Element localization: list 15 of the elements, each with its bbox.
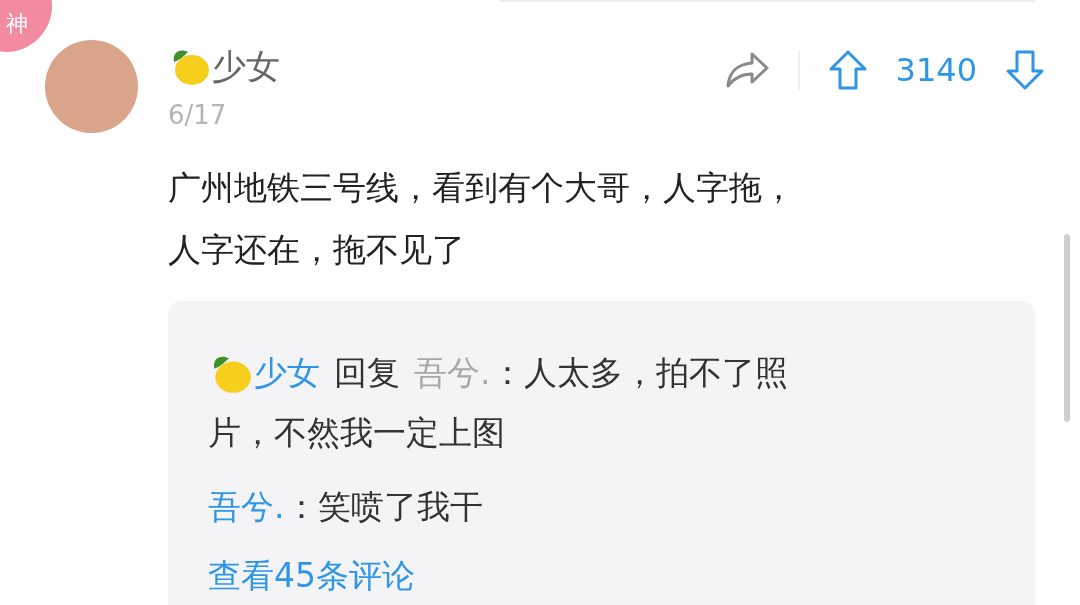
upvote-arrow-icon[interactable] [827, 49, 868, 91]
post-date: 6/17 [168, 99, 228, 132]
downvote-arrow-icon[interactable] [1005, 49, 1045, 91]
author-name[interactable]: 少女 [212, 49, 280, 83]
comment-text: 广州地铁三号线，看到有个大哥，人字拖， 人字还在，拖不见了 [168, 167, 796, 271]
reply-content: ：人太多，拍不了照 [490, 352, 788, 394]
vote-count: 3140 [895, 50, 977, 91]
reply-verb: 回复 [334, 352, 400, 394]
view-comments-link[interactable]: 查看45条评论 [208, 551, 415, 601]
reply-author-link[interactable]: 吾兮. [208, 477, 285, 537]
reply-target-link[interactable]: 吾兮. [414, 343, 491, 403]
god-badge: 神 [0, 0, 52, 52]
reply-author-link[interactable]: 少女 [254, 343, 320, 403]
reply-content: 片，不然我一定上图 [208, 412, 505, 454]
reply-content: ：笑喷了我干 [284, 486, 483, 528]
